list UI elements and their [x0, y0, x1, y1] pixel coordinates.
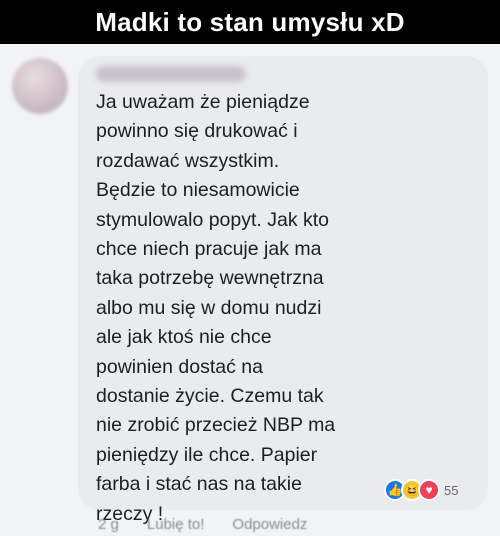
comment-actions: 2 g Lubię to! Odpowiedz — [98, 516, 307, 533]
love-icon: ♥ — [418, 479, 440, 501]
reply-link[interactable]: Odpowiedz — [232, 516, 307, 533]
author-name-blurred[interactable] — [96, 66, 246, 82]
meme-title-bar: Madki to stan umysłu xD — [0, 0, 500, 44]
comment-time: 2 g — [98, 516, 119, 533]
meme-title: Madki to stan umysłu xD — [95, 6, 405, 37]
like-link[interactable]: Lubię to! — [147, 516, 205, 533]
avatar[interactable] — [12, 58, 68, 114]
reaction-count: 55 — [444, 482, 459, 498]
reaction-summary[interactable]: 👍 😆 ♥ 55 — [384, 478, 458, 502]
comment-text: Ja uważam że pieniądze powinno się druko… — [96, 91, 336, 525]
